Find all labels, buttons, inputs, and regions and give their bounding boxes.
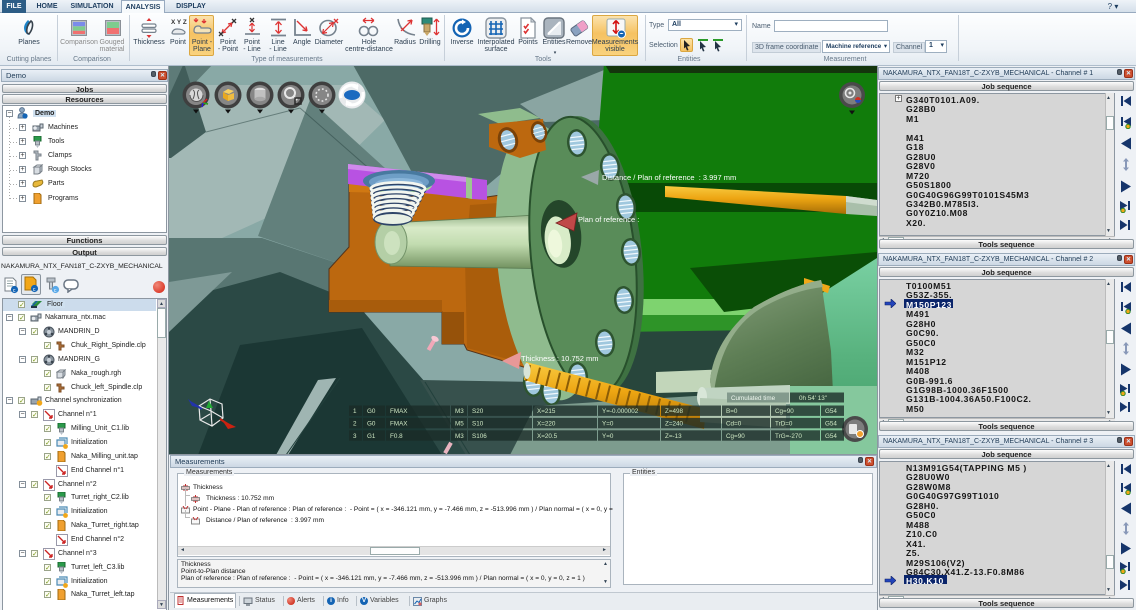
svg-text:G0: G0 <box>367 421 376 428</box>
svg-text:S106: S106 <box>472 433 487 440</box>
svg-text:Y=0: Y=0 <box>602 421 614 428</box>
svg-text:Z=240: Z=240 <box>665 421 684 428</box>
svg-text:FMAX: FMAX <box>390 421 408 428</box>
svg-text:c: c <box>54 288 57 294</box>
svg-text:M3: M3 <box>455 433 464 440</box>
svg-text:S10: S10 <box>472 421 484 428</box>
svg-text:TrD=0: TrD=0 <box>775 421 793 428</box>
svg-text:B=0: B=0 <box>726 408 738 415</box>
svg-text:X=215: X=215 <box>537 408 556 415</box>
svg-text:Z=498: Z=498 <box>665 408 684 415</box>
svg-text:Cg=90: Cg=90 <box>775 408 794 415</box>
svg-text:X=20.5: X=20.5 <box>537 433 558 440</box>
svg-text:Thickness : 10.752 mm: Thickness : 10.752 mm <box>521 354 599 363</box>
svg-text:Cg=90: Cg=90 <box>726 433 745 440</box>
svg-text:F0.8: F0.8 <box>390 433 403 440</box>
svg-text:G54: G54 <box>825 421 837 428</box>
svg-text:Distance / Plan of reference: Distance / Plan of reference : 3.997 mm <box>602 173 736 182</box>
svg-text:0h 54' 13": 0h 54' 13" <box>799 395 827 402</box>
svg-text:G54: G54 <box>825 433 837 440</box>
svg-text:3: 3 <box>353 433 357 440</box>
svg-text:2: 2 <box>353 421 357 428</box>
svg-text:G54: G54 <box>825 408 837 415</box>
svg-text:M3: M3 <box>455 408 464 415</box>
svg-text:M5: M5 <box>455 421 464 428</box>
svg-text:Z=-13: Z=-13 <box>665 433 682 440</box>
svg-text:G0: G0 <box>367 408 376 415</box>
svg-text:Y=-0.000002: Y=-0.000002 <box>602 408 639 415</box>
svg-text:Cumulated time: Cumulated time <box>731 395 776 402</box>
svg-text:c: c <box>33 287 36 293</box>
svg-text:X Y Z: X Y Z <box>171 19 187 26</box>
svg-text:Plan of reference :: Plan of reference : <box>578 215 639 224</box>
svg-text:Cd=0: Cd=0 <box>726 421 742 428</box>
svg-text:Y=0: Y=0 <box>602 433 614 440</box>
svg-text:G1: G1 <box>367 433 376 440</box>
svg-text:1: 1 <box>353 408 357 415</box>
svg-text:S20: S20 <box>472 408 484 415</box>
svg-text:c: c <box>13 288 16 294</box>
svg-text:X=220: X=220 <box>537 421 556 428</box>
svg-text:TrG=-270: TrG=-270 <box>775 433 802 440</box>
svg-text:FMAX: FMAX <box>390 408 408 415</box>
